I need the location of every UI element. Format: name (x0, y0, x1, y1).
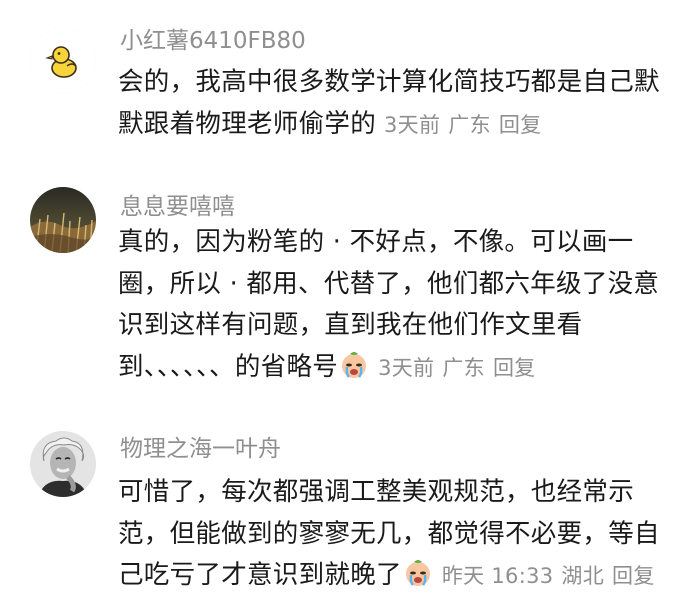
comment-time: 3天前 (384, 112, 441, 137)
user-avatar[interactable] (30, 431, 96, 497)
comment-text: 会的，我高中很多数学计算化简技巧都是自己默 默跟着物理老师偷学的 3天前 广东 回复 (118, 62, 670, 146)
comment-username[interactable]: 息息要嘻嘻 (120, 192, 235, 222)
comment-text: 真的，因为粉笔的 · 不好点，不像。可以画一 圈，所以 · 都用、代替了，他们都… (118, 222, 670, 389)
reply-button[interactable]: 回复 (499, 113, 542, 137)
comment-line: 会的，我高中很多数学计算化简技巧都是自己默 (118, 67, 660, 97)
user-avatar[interactable] (30, 187, 96, 253)
comment-username[interactable]: 小红薯6410FB80 (120, 26, 306, 56)
crying-face-emoji-icon (342, 351, 367, 378)
comment-line: 到、、、、、、的省略号 (118, 351, 339, 382)
comment-location: 广东 (448, 112, 491, 137)
user-avatar[interactable] (30, 28, 96, 94)
einstein-portrait-avatar-icon (30, 431, 96, 497)
comment-time: 3天前 (378, 355, 435, 380)
reply-button[interactable]: 回复 (612, 564, 655, 588)
comment-line: 己吃亏了才意识到就晚了 (118, 560, 402, 590)
comment-meta: 3天前 广东 回复 (370, 356, 535, 380)
comment-line: 真的，因为粉笔的 · 不好点，不像。可以画一 (118, 227, 634, 257)
comment-line: 范，但能做到的寥寥无几，都觉得不必要，等自 (118, 518, 660, 549)
comment-time: 昨天 16:33 (441, 564, 554, 588)
comment-line: 识到这样有问题，直到我在他们作文里看 (118, 310, 583, 340)
comment-text: 可惜了，每次都强调工整美观规范，也经常示 范，但能做到的寥寥无几，都觉得不必要，… (118, 472, 670, 598)
comment-line: 圈，所以 · 都用、代替了，他们都六年级了没意 (118, 268, 660, 299)
duck-avatar-icon (30, 28, 96, 94)
comment-meta: 3天前 广东 回复 (376, 113, 541, 137)
comment-line-with-meta: 到、、、、、、的省略号 3天前 广东 回复 (118, 347, 670, 390)
comment-line-with-meta: 默跟着物理老师偷学的 3天前 广东 回复 (118, 104, 670, 147)
crying-face-emoji-icon (405, 560, 430, 586)
comment-line: 默跟着物理老师偷学的 (118, 108, 377, 139)
comment-username[interactable]: 物理之海一叶舟 (120, 434, 281, 464)
reply-button[interactable]: 回复 (493, 356, 536, 380)
comment-location: 广东 (442, 355, 485, 380)
grass-photo-avatar-icon (30, 187, 96, 253)
comment-line: 可惜了，每次都强调工整美观规范，也经常示 (118, 477, 635, 507)
comment-line-with-meta: 己吃亏了才意识到就晚了 昨天 16:33 湖北 回复 (118, 555, 670, 598)
comment-meta: 昨天 16:33 湖北 回复 (434, 564, 655, 588)
comment-location: 湖北 (561, 564, 605, 588)
